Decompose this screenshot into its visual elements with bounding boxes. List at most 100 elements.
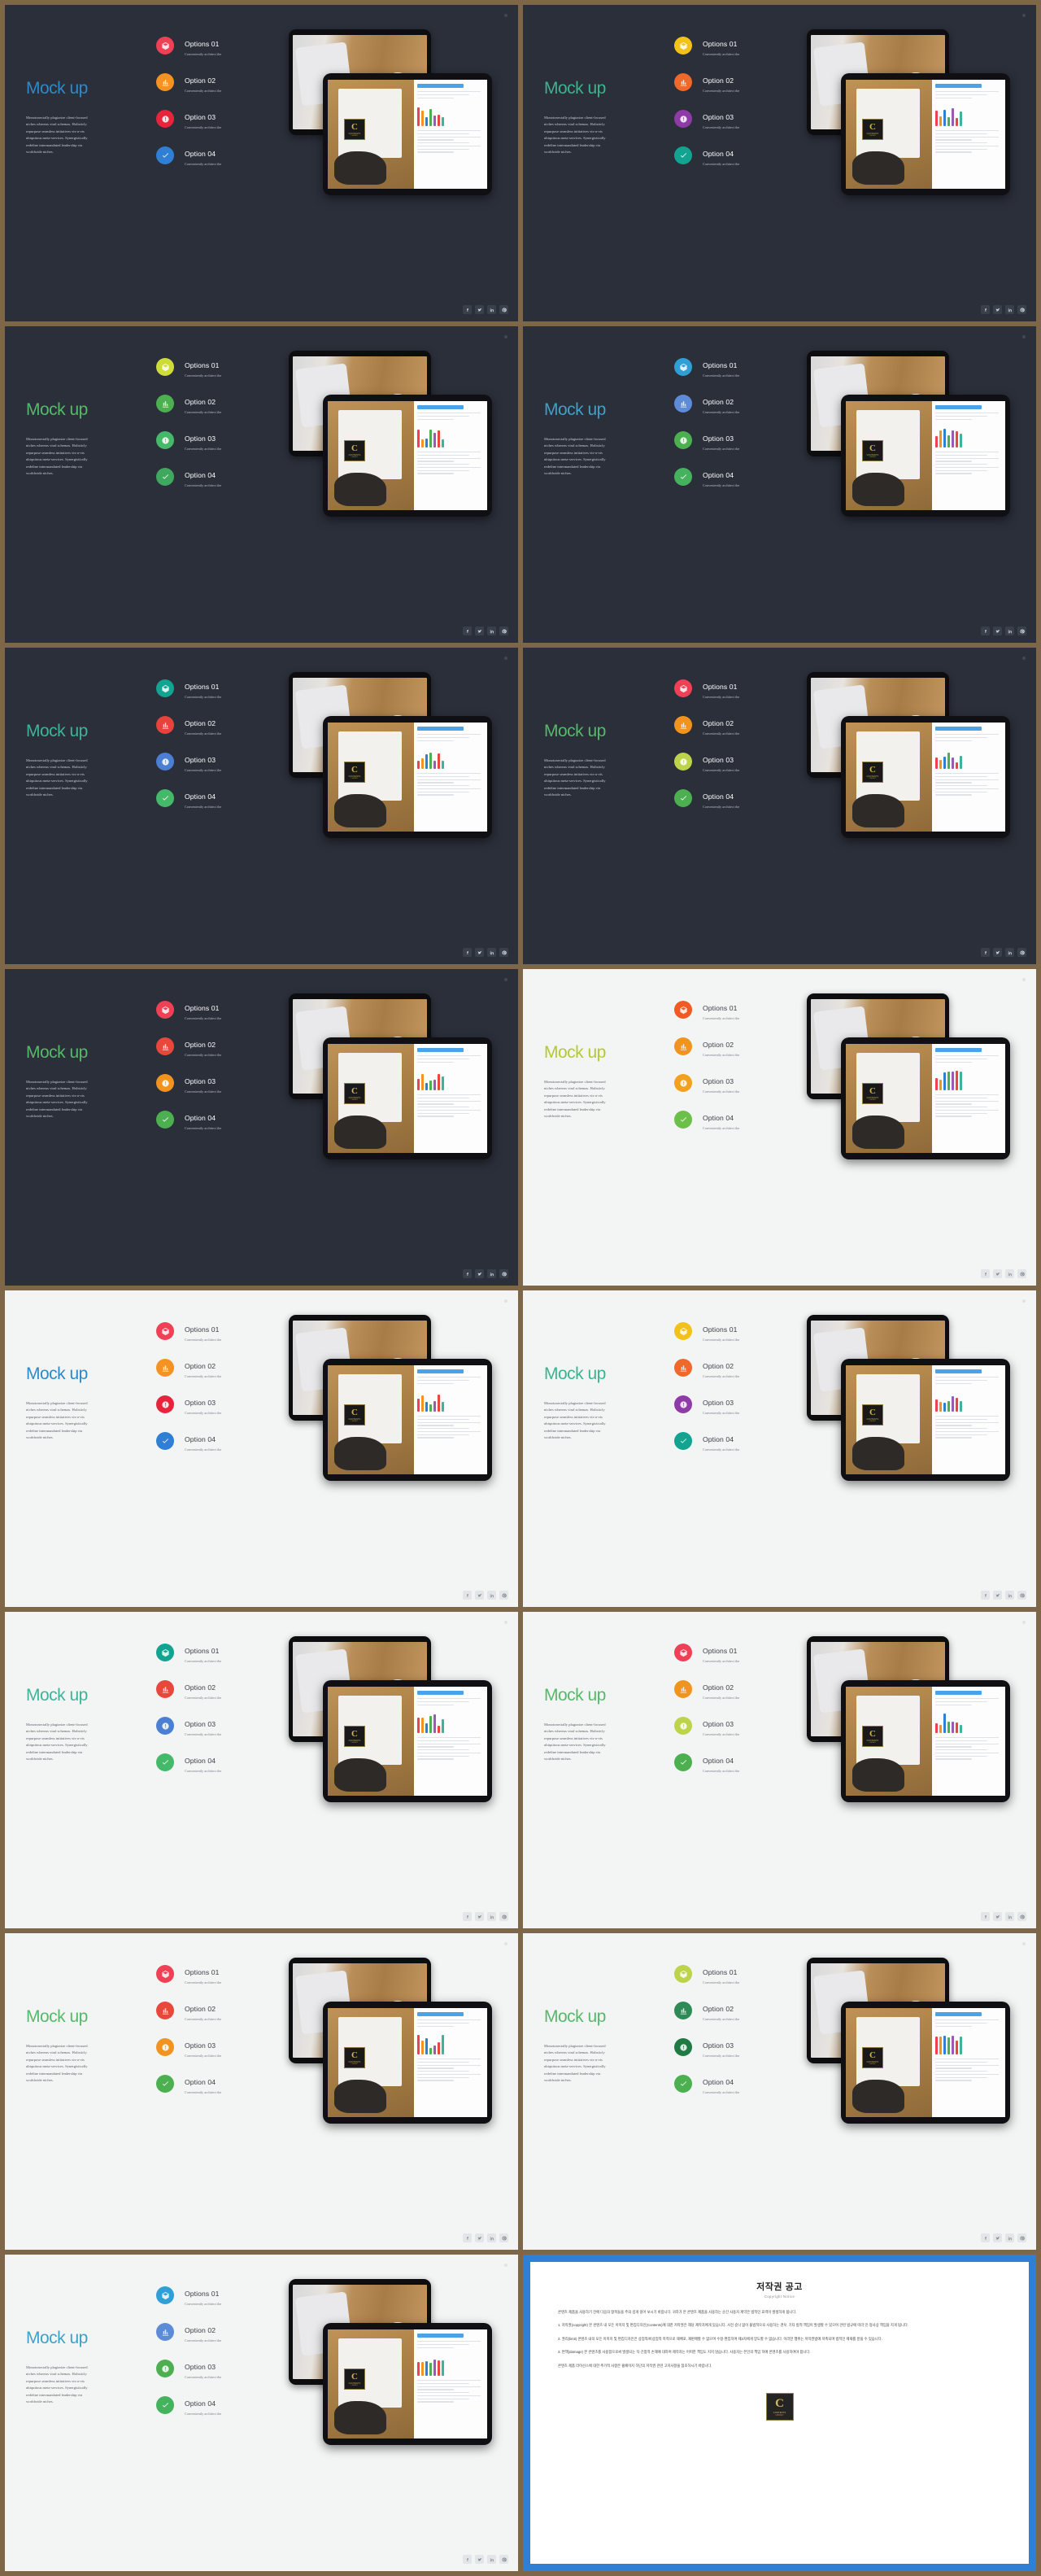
slide-8[interactable]: Mock up Monotonectally plagiarize client… [523, 969, 1036, 1286]
option-item[interactable]: Options 01 Conveniently architect the [156, 995, 278, 1024]
twitter-icon[interactable] [993, 1269, 1002, 1278]
option-item[interactable]: Option 03 Conveniently architect the [156, 426, 278, 455]
slide-14[interactable]: Mock up Monotonectally plagiarize client… [523, 1933, 1036, 2250]
option-item[interactable]: Option 04 Conveniently architect the [674, 1105, 796, 1134]
option-item[interactable]: Options 01 Conveniently architect the [674, 995, 796, 1024]
pinterest-icon[interactable] [499, 1591, 508, 1600]
linkedin-icon[interactable] [1005, 2233, 1014, 2242]
facebook-icon[interactable] [981, 1912, 990, 1921]
slide-5[interactable]: Mock up Monotonectally plagiarize client… [5, 648, 518, 964]
facebook-icon[interactable] [981, 2233, 990, 2242]
option-item[interactable]: Options 01 Conveniently architect the [674, 674, 796, 703]
twitter-icon[interactable] [475, 305, 484, 314]
option-item[interactable]: Option 03 Conveniently architect the [156, 104, 278, 133]
option-item[interactable]: Option 03 Conveniently architect the [674, 747, 796, 776]
option-item[interactable]: Option 03 Conveniently architect the [156, 1390, 278, 1419]
option-item[interactable]: Option 03 Conveniently architect the [156, 747, 278, 776]
linkedin-icon[interactable] [487, 1912, 496, 1921]
option-item[interactable]: Option 02 Conveniently architect the [156, 1996, 278, 2025]
pinterest-icon[interactable] [1017, 2233, 1026, 2242]
option-item[interactable]: Option 02 Conveniently architect the [674, 1032, 796, 1061]
pinterest-icon[interactable] [1017, 948, 1026, 957]
linkedin-icon[interactable] [487, 948, 496, 957]
option-item[interactable]: Option 02 Conveniently architect the [674, 1996, 796, 2025]
option-item[interactable]: Options 01 Conveniently architect the [674, 1959, 796, 1989]
option-item[interactable]: Option 02 Conveniently architect the [156, 2317, 278, 2347]
linkedin-icon[interactable] [487, 2555, 496, 2564]
option-item[interactable]: Option 03 Conveniently architect the [156, 2032, 278, 2062]
pinterest-icon[interactable] [1017, 1591, 1026, 1600]
option-item[interactable]: Option 03 Conveniently architect the [674, 1390, 796, 1419]
option-item[interactable]: Option 04 Conveniently architect the [156, 784, 278, 813]
facebook-icon[interactable] [981, 627, 990, 635]
linkedin-icon[interactable] [1005, 1912, 1014, 1921]
linkedin-icon[interactable] [1005, 305, 1014, 314]
slide-7[interactable]: Mock up Monotonectally plagiarize client… [5, 969, 518, 1286]
option-item[interactable]: Option 04 Conveniently architect the [674, 141, 796, 170]
option-item[interactable]: Option 03 Conveniently architect the [674, 1068, 796, 1098]
twitter-icon[interactable] [993, 1591, 1002, 1600]
pinterest-icon[interactable] [499, 2555, 508, 2564]
slide-10[interactable]: Mock up Monotonectally plagiarize client… [523, 1290, 1036, 1607]
option-item[interactable]: Option 02 Conveniently architect the [674, 710, 796, 740]
pinterest-icon[interactable] [499, 1269, 508, 1278]
option-item[interactable]: Option 04 Conveniently architect the [674, 1426, 796, 1456]
pinterest-icon[interactable] [1017, 1269, 1026, 1278]
option-item[interactable]: Option 02 Conveniently architect the [674, 68, 796, 97]
facebook-icon[interactable] [463, 1912, 472, 1921]
option-item[interactable]: Option 02 Conveniently architect the [674, 389, 796, 418]
option-item[interactable]: Options 01 Conveniently architect the [674, 352, 796, 382]
linkedin-icon[interactable] [487, 1591, 496, 1600]
facebook-icon[interactable] [981, 948, 990, 957]
pinterest-icon[interactable] [499, 2233, 508, 2242]
slide-15[interactable]: Mock up Monotonectally plagiarize client… [5, 2255, 518, 2571]
option-item[interactable]: Options 01 Conveniently architect the [674, 1316, 796, 1346]
facebook-icon[interactable] [463, 2555, 472, 2564]
twitter-icon[interactable] [475, 1912, 484, 1921]
option-item[interactable]: Option 04 Conveniently architect the [156, 1426, 278, 1456]
option-item[interactable]: Option 03 Conveniently architect the [674, 426, 796, 455]
slide-4[interactable]: Mock up Monotonectally plagiarize client… [523, 326, 1036, 643]
pinterest-icon[interactable] [499, 627, 508, 635]
twitter-icon[interactable] [475, 627, 484, 635]
pinterest-icon[interactable] [499, 305, 508, 314]
pinterest-icon[interactable] [499, 948, 508, 957]
option-item[interactable]: Option 03 Conveniently architect the [674, 104, 796, 133]
facebook-icon[interactable] [981, 1269, 990, 1278]
option-item[interactable]: Options 01 Conveniently architect the [156, 31, 278, 60]
option-item[interactable]: Option 02 Conveniently architect the [156, 1353, 278, 1382]
linkedin-icon[interactable] [487, 627, 496, 635]
facebook-icon[interactable] [463, 1269, 472, 1278]
linkedin-icon[interactable] [487, 1269, 496, 1278]
twitter-icon[interactable] [993, 627, 1002, 635]
facebook-icon[interactable] [981, 1591, 990, 1600]
twitter-icon[interactable] [475, 1269, 484, 1278]
option-item[interactable]: Option 02 Conveniently architect the [156, 389, 278, 418]
copyright-slide[interactable]: 저작권 공고 Copyright Notice 콘텐츠 제품을 사용하기 전에 … [523, 2255, 1036, 2571]
twitter-icon[interactable] [993, 948, 1002, 957]
facebook-icon[interactable] [463, 1591, 472, 1600]
option-item[interactable]: Option 04 Conveniently architect the [156, 2390, 278, 2420]
facebook-icon[interactable] [463, 627, 472, 635]
slide-11[interactable]: Mock up Monotonectally plagiarize client… [5, 1612, 518, 1928]
twitter-icon[interactable] [475, 2555, 484, 2564]
facebook-icon[interactable] [981, 305, 990, 314]
pinterest-icon[interactable] [499, 1912, 508, 1921]
slide-12[interactable]: Mock up Monotonectally plagiarize client… [523, 1612, 1036, 1928]
slide-2[interactable]: Mock up Monotonectally plagiarize client… [523, 5, 1036, 321]
option-item[interactable]: Options 01 Conveniently architect the [156, 1959, 278, 1989]
pinterest-icon[interactable] [1017, 1912, 1026, 1921]
option-item[interactable]: Option 04 Conveniently architect the [156, 2069, 278, 2098]
option-item[interactable]: Option 04 Conveniently architect the [156, 1105, 278, 1134]
option-item[interactable]: Option 04 Conveniently architect the [674, 1748, 796, 1777]
slide-3[interactable]: Mock up Monotonectally plagiarize client… [5, 326, 518, 643]
twitter-icon[interactable] [993, 1912, 1002, 1921]
slide-6[interactable]: Mock up Monotonectally plagiarize client… [523, 648, 1036, 964]
option-item[interactable]: Option 02 Conveniently architect the [156, 1032, 278, 1061]
option-item[interactable]: Options 01 Conveniently architect the [156, 1316, 278, 1346]
option-item[interactable]: Option 03 Conveniently architect the [156, 2354, 278, 2383]
option-item[interactable]: Options 01 Conveniently architect the [156, 674, 278, 703]
option-item[interactable]: Option 02 Conveniently architect the [156, 68, 278, 97]
slide-9[interactable]: Mock up Monotonectally plagiarize client… [5, 1290, 518, 1607]
pinterest-icon[interactable] [1017, 627, 1026, 635]
